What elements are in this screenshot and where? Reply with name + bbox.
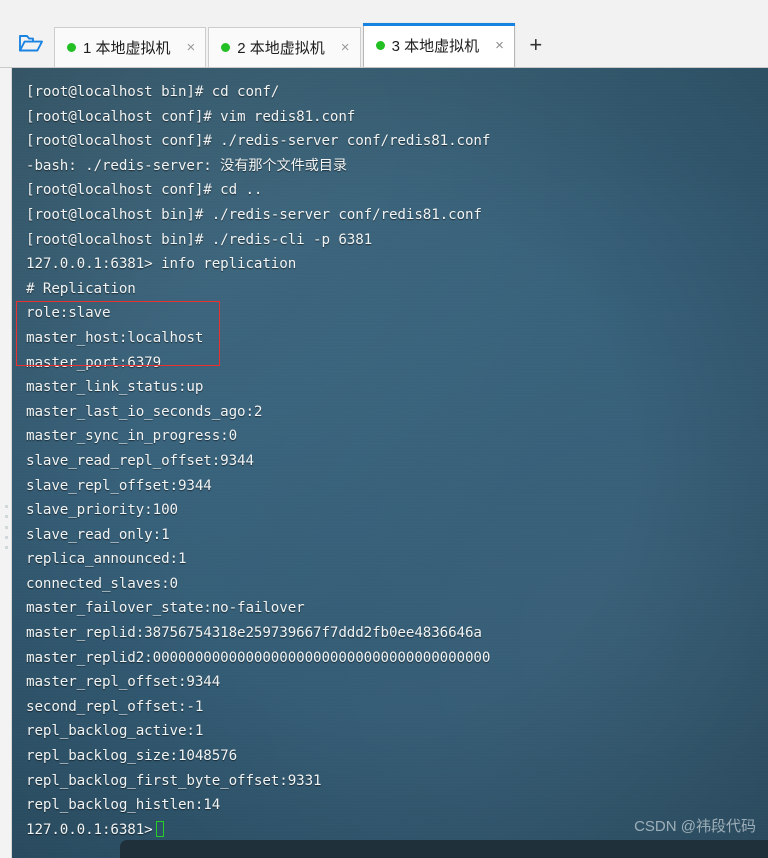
terminal-line: master_last_io_seconds_ago:2 [26, 403, 263, 420]
terminal-line: master_port:6379 [26, 354, 162, 371]
terminal-line: second_repl_offset:-1 [26, 698, 204, 715]
terminal-line: [root@localhost bin]# ./redis-server con… [26, 206, 482, 223]
pane-split-handle[interactable] [4, 505, 9, 549]
terminal-line: repl_backlog_active:1 [26, 723, 204, 740]
terminal-line: [root@localhost conf]# ./redis-server co… [26, 133, 491, 150]
handle-dot-icon [5, 535, 8, 539]
tab-label: 1 本地虚拟机 [83, 40, 171, 57]
terminal-line: master_replid:38756754318e259739667f7ddd… [26, 625, 482, 642]
terminal-line: role:slave [26, 305, 111, 322]
terminal-line: master_repl_offset:9344 [26, 674, 221, 691]
tab-label: 3 本地虚拟机 [391, 38, 480, 55]
terminal-line: master_host:localhost [26, 329, 204, 346]
new-tab-button[interactable]: + [519, 24, 553, 66]
terminal-line: connected_slaves:0 [26, 575, 178, 592]
open-folder-button[interactable] [8, 24, 54, 66]
terminal-line: [root@localhost conf]# vim redis81.conf [26, 108, 356, 125]
bottom-status-strip [120, 840, 768, 858]
tab-status-dot-icon [375, 41, 385, 50]
handle-dot-icon [5, 525, 8, 529]
terminal-line: master_sync_in_progress:0 [26, 428, 238, 445]
tab-close-icon[interactable]: × [171, 40, 196, 55]
terminal-line: -bash: ./redis-server: 没有那个文件或目录 [26, 157, 347, 174]
terminal-line: [root@localhost conf]# cd .. [26, 182, 263, 199]
tab-2[interactable]: 2 本地虚拟机 × [208, 27, 361, 67]
terminal-line: master_replid2:0000000000000000000000000… [26, 649, 491, 666]
terminal-prompt: 127.0.0.1:6381> [26, 821, 153, 838]
tab-close-icon[interactable]: × [325, 40, 350, 55]
terminal-line: repl_backlog_size:1048576 [26, 748, 238, 765]
open-folder-icon [18, 32, 44, 59]
terminal-app-window: 1 本地虚拟机 × 2 本地虚拟机 × 3 本地虚拟机 × + [root@lo… [0, 0, 768, 858]
terminal-line: master_failover_state:no-failover [26, 600, 305, 617]
terminal-line: # Replication [26, 280, 136, 297]
terminal-line: master_link_status:up [26, 379, 204, 396]
terminal-line: slave_read_repl_offset:9344 [26, 452, 254, 469]
terminal-pane[interactable]: [root@localhost bin]# cd conf/ [root@loc… [12, 68, 768, 858]
terminal-line: slave_priority:100 [26, 502, 178, 519]
block-cursor-icon [155, 820, 164, 837]
terminal-line: replica_announced:1 [26, 551, 187, 568]
tab-label: 2 本地虚拟机 [237, 40, 325, 57]
handle-dot-icon [5, 505, 8, 508]
terminal-line: slave_repl_offset:9344 [26, 477, 212, 494]
left-gutter [0, 68, 12, 858]
terminal-line: repl_backlog_first_byte_offset:9331 [26, 772, 322, 789]
tab-bar: 1 本地虚拟机 × 2 本地虚拟机 × 3 本地虚拟机 × + [0, 0, 768, 68]
tab-list: 1 本地虚拟机 × 2 本地虚拟机 × 3 本地虚拟机 × [54, 23, 517, 67]
tab-1[interactable]: 1 本地虚拟机 × [54, 27, 207, 67]
terminal-line: 127.0.0.1:6381> info replication [26, 256, 297, 273]
terminal-line: [root@localhost bin]# cd conf/ [26, 84, 280, 100]
terminal-line: slave_read_only:1 [26, 526, 170, 543]
tab-status-dot-icon [221, 43, 231, 52]
terminal-output: [root@localhost bin]# cd conf/ [root@loc… [12, 68, 768, 842]
handle-dot-icon [5, 546, 8, 549]
tab-3[interactable]: 3 本地虚拟机 × [362, 23, 516, 67]
watermark: CSDN @祎段代码 [634, 818, 756, 835]
tab-close-icon[interactable]: × [479, 38, 504, 53]
handle-dot-icon [5, 515, 8, 519]
terminal-line: [root@localhost bin]# ./redis-cli -p 638… [26, 231, 373, 248]
tab-status-dot-icon [67, 43, 76, 52]
